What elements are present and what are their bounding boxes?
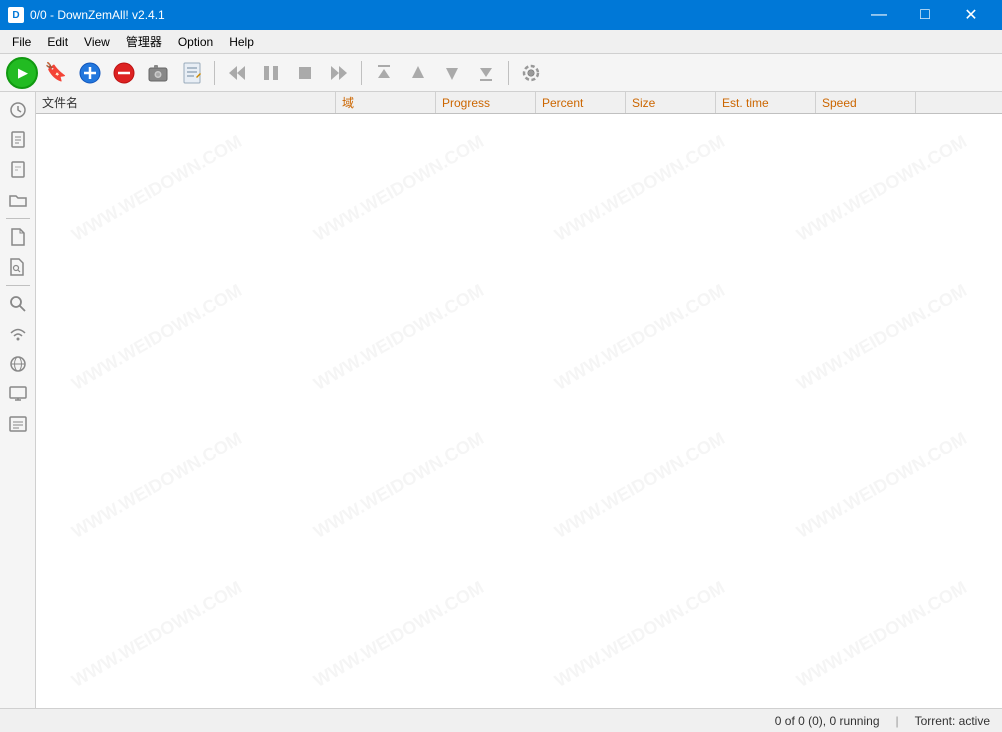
- watermark: WWW.WEIDOWN.COM: [257, 212, 540, 461]
- sidebar-incomplete[interactable]: [4, 156, 32, 184]
- col-percent[interactable]: Percent: [536, 92, 626, 113]
- bookmark-button[interactable]: 🔖: [40, 57, 72, 89]
- sidebar-divider-2: [6, 285, 30, 286]
- move-up-button[interactable]: [402, 57, 434, 89]
- sidebar-monitor[interactable]: [4, 380, 32, 408]
- status-separator: |: [896, 714, 899, 728]
- menu-manager[interactable]: 管理器: [118, 30, 170, 53]
- sidebar: [0, 92, 36, 708]
- menu-bar: File Edit View 管理器 Option Help: [0, 30, 1002, 54]
- status-downloads: 0 of 0 (0), 0 running: [775, 714, 880, 728]
- watermark: WWW.WEIDOWN.COM: [36, 212, 298, 461]
- watermark: WWW.WEIDOWN.COM: [257, 114, 540, 313]
- watermark-grid: WWW.WEIDOWN.COM WWW.WEIDOWN.COM WWW.WEID…: [36, 114, 1002, 708]
- toolbar: 🔖: [0, 54, 1002, 92]
- col-domain[interactable]: 域: [336, 92, 436, 113]
- prev-button[interactable]: [221, 57, 253, 89]
- minimize-button[interactable]: —: [856, 0, 902, 30]
- content-area: 文件名 域 Progress Percent Size Est. time Sp…: [36, 92, 1002, 708]
- sidebar-file-blank[interactable]: [4, 223, 32, 251]
- col-speed[interactable]: Speed: [816, 92, 916, 113]
- watermark: WWW.WEIDOWN.COM: [36, 509, 298, 708]
- window-title: 0/0 - DownZemAll! v2.4.1: [30, 8, 165, 22]
- watermark: WWW.WEIDOWN.COM: [498, 509, 781, 708]
- skip-button[interactable]: [323, 57, 355, 89]
- sidebar-all-downloads[interactable]: [4, 126, 32, 154]
- menu-help[interactable]: Help: [221, 30, 262, 53]
- table-header: 文件名 域 Progress Percent Size Est. time Sp…: [36, 92, 1002, 114]
- move-bottom-button[interactable]: [470, 57, 502, 89]
- table-body[interactable]: WWW.WEIDOWN.COM WWW.WEIDOWN.COM WWW.WEID…: [36, 114, 1002, 708]
- watermark: WWW.WEIDOWN.COM: [498, 361, 781, 610]
- add-button[interactable]: [74, 57, 106, 89]
- app-icon: D: [8, 7, 24, 23]
- move-top-button[interactable]: [368, 57, 400, 89]
- watermark: WWW.WEIDOWN.COM: [498, 212, 781, 461]
- separator-3: [508, 61, 509, 85]
- main-area: 文件名 域 Progress Percent Size Est. time Sp…: [0, 92, 1002, 708]
- col-esttime[interactable]: Est. time: [716, 92, 816, 113]
- status-bar: 0 of 0 (0), 0 running | Torrent: active: [0, 708, 1002, 732]
- scan-button[interactable]: [142, 57, 174, 89]
- menu-edit[interactable]: Edit: [39, 30, 76, 53]
- maximize-button[interactable]: □: [902, 0, 948, 30]
- sidebar-signal[interactable]: [4, 320, 32, 348]
- sidebar-divider-1: [6, 218, 30, 219]
- sidebar-network[interactable]: [4, 350, 32, 378]
- col-progress[interactable]: Progress: [436, 92, 536, 113]
- watermark: WWW.WEIDOWN.COM: [740, 212, 1002, 461]
- menu-option[interactable]: Option: [170, 30, 221, 53]
- sidebar-folder[interactable]: [4, 186, 32, 214]
- watermark: WWW.WEIDOWN.COM: [36, 114, 298, 313]
- sidebar-list[interactable]: [4, 410, 32, 438]
- stop-button[interactable]: [289, 57, 321, 89]
- watermark: WWW.WEIDOWN.COM: [498, 114, 781, 313]
- settings-button[interactable]: [515, 57, 547, 89]
- status-torrent: Torrent: active: [915, 714, 990, 728]
- separator-1: [214, 61, 215, 85]
- sidebar-search[interactable]: [4, 290, 32, 318]
- notes-button[interactable]: [176, 57, 208, 89]
- col-filename[interactable]: 文件名: [36, 92, 336, 113]
- sidebar-file-search[interactable]: [4, 253, 32, 281]
- remove-button[interactable]: [108, 57, 140, 89]
- pause-button[interactable]: [255, 57, 287, 89]
- sidebar-history[interactable]: [4, 96, 32, 124]
- watermark: WWW.WEIDOWN.COM: [740, 361, 1002, 610]
- watermark: WWW.WEIDOWN.COM: [740, 114, 1002, 313]
- separator-2: [361, 61, 362, 85]
- menu-view[interactable]: View: [76, 30, 118, 53]
- watermark: WWW.WEIDOWN.COM: [257, 509, 540, 708]
- col-size[interactable]: Size: [626, 92, 716, 113]
- watermark: WWW.WEIDOWN.COM: [36, 361, 298, 610]
- watermark: WWW.WEIDOWN.COM: [257, 361, 540, 610]
- start-button[interactable]: [6, 57, 38, 89]
- watermark: WWW.WEIDOWN.COM: [740, 509, 1002, 708]
- menu-file[interactable]: File: [4, 30, 39, 53]
- title-bar: D 0/0 - DownZemAll! v2.4.1 — □ ✕: [0, 0, 1002, 30]
- window-controls: — □ ✕: [856, 0, 994, 30]
- move-down-button[interactable]: [436, 57, 468, 89]
- close-button[interactable]: ✕: [948, 0, 994, 30]
